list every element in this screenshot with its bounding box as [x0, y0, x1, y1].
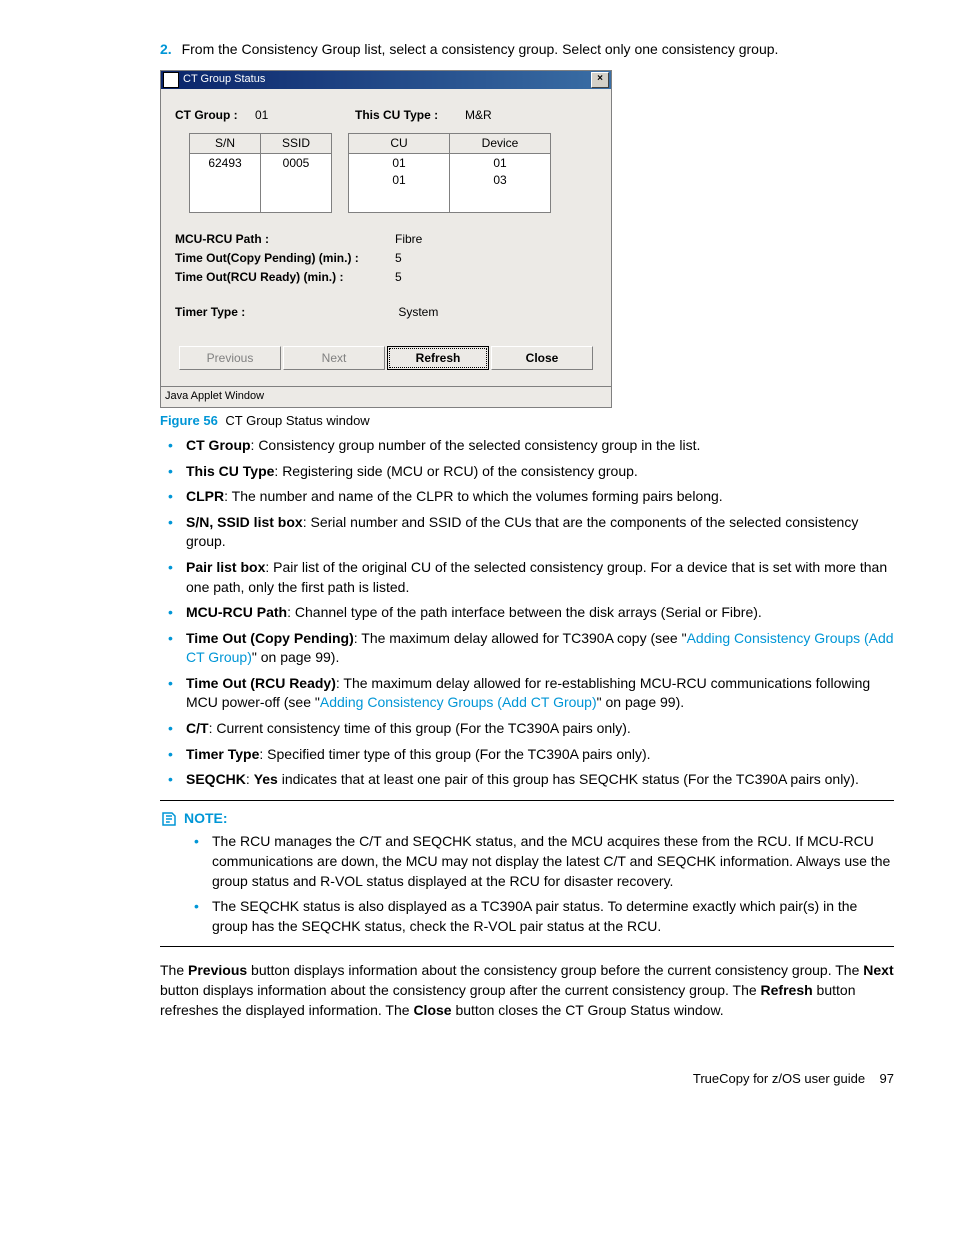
list-item: Time Out (RCU Ready): The maximum delay …	[186, 674, 894, 713]
list-item: This CU Type: Registering side (MCU or R…	[186, 462, 894, 482]
timeout-pending-label: Time Out(Copy Pending) (min.) :	[175, 250, 395, 267]
sn-ssid-table: S/N SSID 62493 0005	[189, 133, 332, 213]
timer-type-value: System	[398, 305, 438, 319]
th-ssid: SSID	[261, 134, 332, 154]
step-text: From the Consistency Group list, select …	[182, 41, 779, 57]
divider	[160, 800, 894, 801]
status-bar: Java Applet Window	[161, 386, 611, 406]
note-icon	[160, 810, 178, 828]
mcu-rcu-value: Fibre	[395, 231, 422, 248]
timer-type-label: Timer Type :	[175, 304, 395, 321]
list-item: SEQCHK: Yes indicates that at least one …	[186, 770, 894, 790]
td-device[interactable]: 01 03	[450, 154, 551, 213]
timeout-ready-label: Time Out(RCU Ready) (min.) :	[175, 269, 395, 286]
next-button[interactable]: Next	[283, 346, 385, 370]
figure-caption: Figure 56 CT Group Status window	[160, 412, 894, 430]
note-label: NOTE:	[184, 809, 228, 829]
timeout-pending-value: 5	[395, 250, 402, 267]
th-device: Device	[450, 134, 551, 154]
close-icon[interactable]: ×	[591, 72, 609, 88]
timeout-ready-value: 5	[395, 269, 402, 286]
footer-title: TrueCopy for z/OS user guide	[693, 1071, 865, 1086]
figure-number: Figure 56	[160, 413, 218, 428]
refresh-button[interactable]: Refresh	[387, 346, 489, 370]
note-item: The SEQCHK status is also displayed as a…	[212, 897, 894, 936]
mcu-rcu-label: MCU-RCU Path :	[175, 231, 395, 248]
list-item: CT Group: Consistency group number of th…	[186, 436, 894, 456]
page-footer: TrueCopy for z/OS user guide 97	[60, 1070, 894, 1088]
cu-device-table: CU Device 01 01 01 03	[348, 133, 551, 213]
previous-button[interactable]: Previous	[179, 346, 281, 370]
close-button[interactable]: Close	[491, 346, 593, 370]
ct-group-label: CT Group :	[175, 107, 255, 124]
ct-group-status-dialog: CT Group Status × CT Group : 01 This CU …	[160, 70, 612, 408]
figure-text: CT Group Status window	[225, 413, 369, 428]
step-number: 2.	[160, 41, 172, 57]
list-item: Timer Type: Specified timer type of this…	[186, 745, 894, 765]
window-icon	[163, 72, 179, 88]
note-item: The RCU manages the C/T and SEQCHK statu…	[212, 832, 894, 891]
list-item: CLPR: The number and name of the CLPR to…	[186, 487, 894, 507]
note-block: NOTE: The RCU manages the C/T and SEQCHK…	[160, 809, 894, 937]
list-item: C/T: Current consistency time of this gr…	[186, 719, 894, 739]
ct-group-value: 01	[255, 107, 355, 124]
titlebar: CT Group Status ×	[161, 71, 611, 89]
td-cu[interactable]: 01 01	[349, 154, 450, 213]
td-ssid[interactable]: 0005	[261, 154, 332, 213]
description-list: CT Group: Consistency group number of th…	[160, 436, 894, 790]
step-instruction: 2. From the Consistency Group list, sele…	[160, 40, 894, 60]
list-item: S/N, SSID list box: Serial number and SS…	[186, 513, 894, 552]
page-number: 97	[880, 1071, 894, 1086]
td-sn[interactable]: 62493	[190, 154, 261, 213]
list-item: Time Out (Copy Pending): The maximum del…	[186, 629, 894, 668]
th-cu: CU	[349, 134, 450, 154]
link[interactable]: Adding Consistency Groups (Add CT Group)	[320, 694, 597, 710]
list-item: MCU-RCU Path: Channel type of the path i…	[186, 603, 894, 623]
divider	[160, 946, 894, 947]
cu-type-label: This CU Type :	[355, 107, 465, 124]
window-title: CT Group Status	[183, 72, 591, 87]
buttons-paragraph: The Previous button displays information…	[160, 961, 894, 1020]
list-item: Pair list box: Pair list of the original…	[186, 558, 894, 597]
cu-type-value: M&R	[465, 107, 492, 124]
th-sn: S/N	[190, 134, 261, 154]
